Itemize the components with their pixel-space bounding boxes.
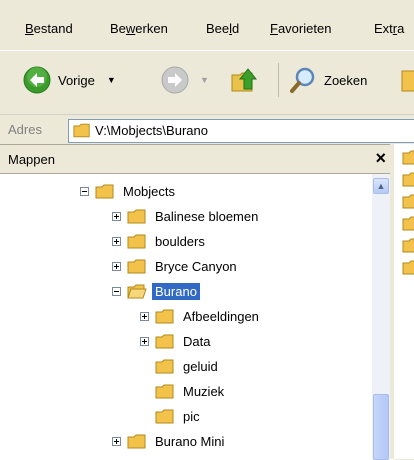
tree-item-bryce-canyon[interactable]: Bryce Canyon — [112, 255, 240, 277]
menu-bestand[interactable]: Bestand — [25, 21, 73, 36]
expand-icon[interactable] — [112, 261, 121, 271]
tree-item-label: Burano — [152, 282, 200, 300]
back-button[interactable]: Vorige ▼ — [22, 65, 116, 95]
folder-icon[interactable] — [402, 238, 414, 253]
tree-item-burano[interactable]: Burano — [112, 280, 200, 302]
menu-favorieten[interactable]: Favorieten — [270, 21, 331, 36]
folder-tree: Mobjects Balinese bloemen boulders Bryce… — [0, 174, 372, 460]
tree-item-label: geluid — [183, 358, 218, 374]
tree-item-muziek[interactable]: Muziek — [140, 380, 227, 402]
folder-icon — [127, 434, 146, 448]
folder-up-icon — [231, 68, 258, 92]
folder-icon — [73, 123, 90, 138]
tree-item-label: Muziek — [183, 383, 225, 399]
address-bar: Adres V:\Mobjects\Burano — [0, 114, 414, 145]
expand-icon[interactable] — [112, 236, 121, 246]
menu-bar: Bestand Bewerken Beeld Favorieten Extra — [0, 0, 414, 44]
scroll-up-icon[interactable]: ▲ — [373, 178, 389, 194]
tree-item-label: boulders — [155, 233, 205, 249]
address-label: Adres — [8, 122, 42, 137]
menu-text: d — [232, 21, 240, 36]
menu-text: Ext — [374, 21, 393, 36]
forward-arrow-icon — [161, 66, 189, 94]
tree-item-label: pic — [183, 408, 200, 424]
back-arrow-icon — [23, 66, 51, 94]
folder-icon[interactable] — [402, 194, 414, 209]
tree-item-burano-mini[interactable]: Burano Mini — [112, 430, 227, 452]
folder-icon[interactable] — [402, 216, 414, 231]
menu-accel: B — [25, 21, 34, 36]
folders-pane: Mappen × Mobjects Balinese bloemen bould… — [0, 144, 394, 460]
tree-item-pic[interactable]: pic — [140, 405, 203, 427]
folder-icon — [155, 409, 174, 423]
close-icon[interactable]: × — [375, 147, 386, 169]
tree-item-boulders[interactable]: boulders — [112, 230, 208, 252]
file-list-pane — [394, 144, 414, 459]
folder-icon[interactable] — [402, 150, 414, 165]
expand-icon[interactable] — [112, 211, 121, 221]
address-field[interactable]: V:\Mobjects\Burano — [68, 119, 414, 143]
menu-bewerken[interactable]: Bewerken — [110, 21, 168, 36]
expand-icon[interactable] — [140, 311, 149, 321]
tree-item-label: Burano Mini — [155, 433, 225, 449]
toolbar: Vorige ▼ ▼ Zoeken — [0, 50, 414, 105]
open-folder-icon — [127, 284, 147, 298]
tree-item-data[interactable]: Data — [140, 330, 213, 352]
menu-text: erken — [135, 21, 168, 36]
folder-icon[interactable] — [402, 260, 414, 275]
folder-icon — [401, 70, 414, 92]
tree-item-label: Balinese bloemen — [155, 208, 259, 224]
folder-icon — [155, 359, 174, 373]
vertical-scrollbar[interactable]: ▲ — [372, 174, 390, 460]
folder-icon — [127, 209, 146, 223]
expand-icon[interactable] — [112, 436, 121, 446]
forward-dropdown-icon[interactable]: ▼ — [200, 75, 209, 85]
menu-accel: w — [125, 21, 136, 36]
address-value: V:\Mobjects\Burano — [95, 123, 208, 138]
menu-text: avorieten — [277, 21, 332, 36]
menu-extra[interactable]: Extra — [374, 21, 404, 36]
tree-item-label: Afbeeldingen — [183, 308, 259, 324]
tree-item-label: Mobjects — [123, 183, 176, 199]
collapse-icon[interactable] — [80, 186, 89, 196]
search-icon — [290, 67, 315, 93]
tree-item-label: Bryce Canyon — [155, 258, 237, 274]
tree-item-afbeeldingen[interactable]: Afbeeldingen — [140, 305, 262, 327]
search-label: Zoeken — [324, 72, 368, 88]
tree-item-mobjects[interactable]: Mobjects — [80, 180, 178, 202]
menu-text: a — [397, 21, 405, 36]
folder-icon — [155, 334, 174, 348]
menu-accel: F — [270, 21, 278, 36]
folder-icon — [155, 384, 174, 398]
up-button[interactable] — [230, 65, 262, 95]
folders-button[interactable] — [400, 65, 414, 95]
folder-icon — [95, 184, 114, 198]
menu-text: Bee — [206, 21, 230, 36]
expand-icon[interactable] — [140, 336, 149, 346]
tree-item-label: Data — [183, 333, 211, 349]
toolbar-separator — [278, 63, 279, 97]
forward-button[interactable]: ▼ — [160, 65, 209, 95]
tree-item-geluid[interactable]: geluid — [140, 355, 221, 377]
folders-pane-header: Mappen × — [0, 145, 394, 174]
folder-icon[interactable] — [402, 172, 414, 187]
back-dropdown-icon[interactable]: ▼ — [107, 75, 116, 85]
folder-icon — [127, 234, 146, 248]
collapse-icon[interactable] — [112, 286, 121, 296]
folder-icon — [127, 259, 146, 273]
back-label: Vorige — [58, 72, 95, 88]
folders-pane-title: Mappen — [8, 152, 55, 167]
scroll-thumb[interactable] — [373, 394, 389, 460]
menu-text: estand — [33, 21, 73, 36]
menu-beeld[interactable]: Beeld — [206, 21, 239, 36]
menu-text: Be — [110, 21, 126, 36]
folder-icon — [155, 309, 174, 323]
tree-item-balinese-bloemen[interactable]: Balinese bloemen — [112, 205, 261, 227]
search-button[interactable]: Zoeken — [288, 65, 367, 95]
